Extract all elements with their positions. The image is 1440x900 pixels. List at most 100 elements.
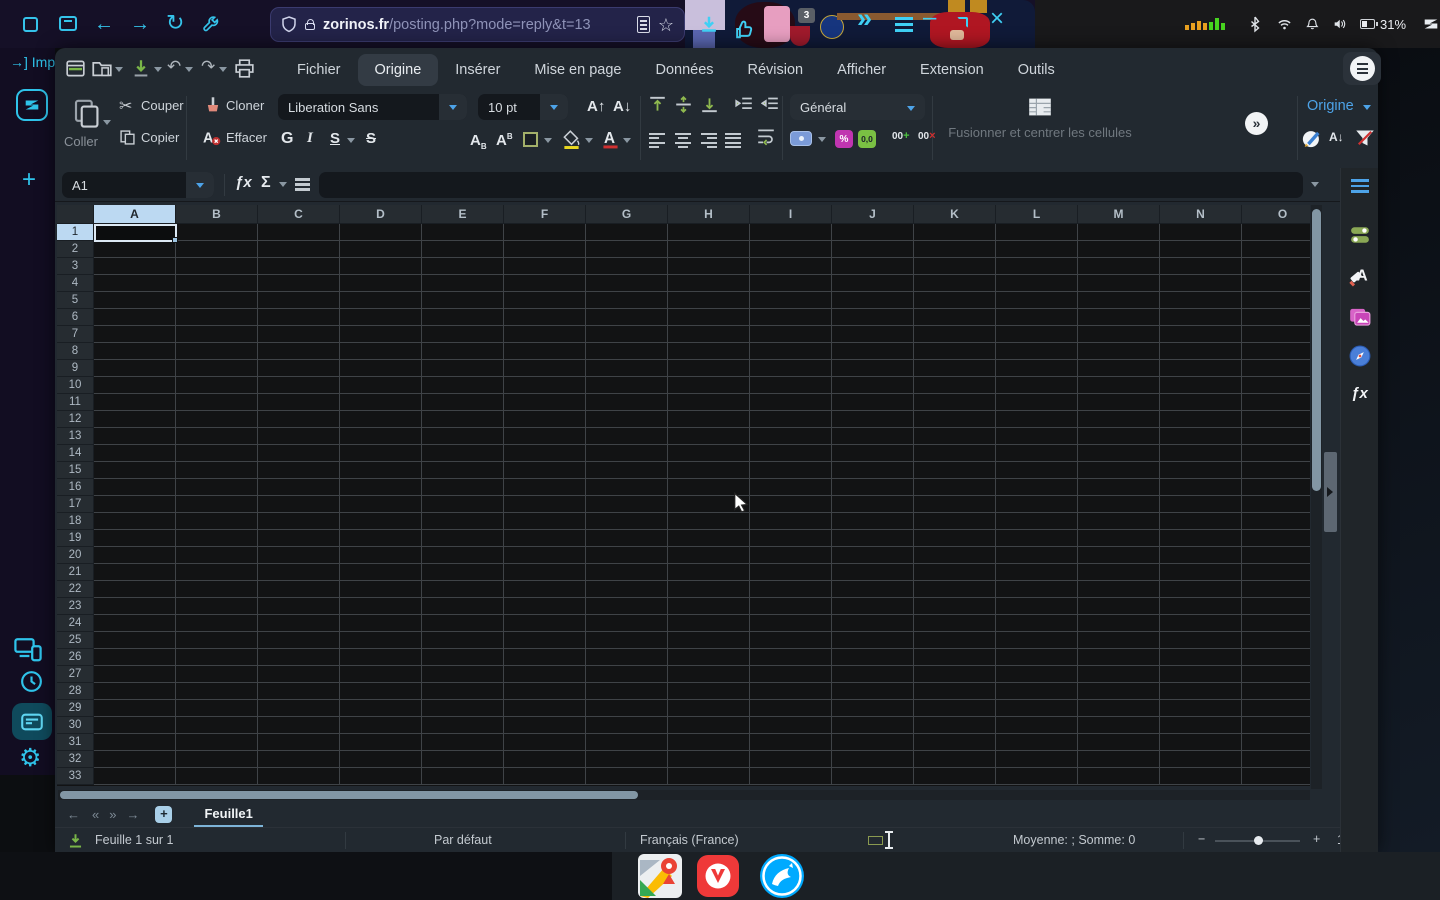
row-headers[interactable]: 1234567891011121314151617181920212223242… <box>57 224 94 785</box>
insert-function-icon[interactable]: ƒx <box>235 174 252 191</box>
fill-color-caret[interactable] <box>585 138 593 143</box>
tab-révision[interactable]: Révision <box>731 54 821 86</box>
volume-icon[interactable] <box>1333 15 1347 33</box>
column-header-M[interactable]: M <box>1078 205 1160 224</box>
wifi-icon[interactable] <box>1277 16 1292 32</box>
column-header-C[interactable]: C <box>258 205 340 224</box>
underline-caret[interactable] <box>347 138 355 143</box>
row-header-3[interactable]: 3 <box>57 258 94 275</box>
add-sheet-button[interactable]: + <box>155 806 172 823</box>
cells-area[interactable] <box>94 224 1310 785</box>
name-box[interactable]: A1 <box>62 172 214 198</box>
settings-gear-icon[interactable]: ⚙ <box>19 743 41 773</box>
zoom-slider-knob[interactable] <box>1254 836 1263 845</box>
column-header-H[interactable]: H <box>668 205 750 224</box>
previous-sheet-icon[interactable]: « <box>92 807 99 822</box>
next-sheet-icon[interactable]: » <box>109 807 116 822</box>
language-selector[interactable]: Français (France) <box>640 833 739 847</box>
tab-mise-en-page[interactable]: Mise en page <box>517 54 638 86</box>
sort-icon[interactable]: A↓ <box>1329 130 1344 144</box>
image-settings-icon[interactable] <box>1349 307 1371 327</box>
named-ranges-icon[interactable] <box>295 178 310 181</box>
tab-afficher[interactable]: Afficher <box>820 54 903 86</box>
row-header-9[interactable]: 9 <box>57 360 94 377</box>
align-middle-icon[interactable] <box>675 96 692 113</box>
theme-brush-icon[interactable] <box>1301 128 1322 149</box>
borders-button[interactable] <box>523 132 538 147</box>
column-header-K[interactable]: K <box>914 205 996 224</box>
clear-filter-icon[interactable] <box>1355 128 1375 148</box>
undo-icon[interactable]: ↶ <box>167 57 181 77</box>
column-header-F[interactable]: F <box>504 205 586 224</box>
italic-button[interactable]: I <box>307 130 313 147</box>
reload-icon[interactable]: ↻ <box>166 13 184 33</box>
vertical-scrollbar-thumb[interactable] <box>1312 209 1321 491</box>
align-left-button[interactable] <box>649 130 665 148</box>
comma-style-button[interactable]: 0,0 <box>858 130 876 148</box>
undo-caret[interactable] <box>185 67 193 72</box>
align-top-icon[interactable] <box>649 96 666 113</box>
panel-grabber[interactable] <box>1324 452 1337 532</box>
tab-overview-icon[interactable] <box>23 17 38 32</box>
copy-button[interactable]: Copier <box>141 130 179 145</box>
row-header-14[interactable]: 14 <box>57 445 94 462</box>
expand-formula-bar-caret[interactable] <box>1311 182 1319 187</box>
increase-indent-icon[interactable] <box>735 96 753 113</box>
paste-button[interactable]: Coller <box>64 134 98 149</box>
formula-input[interactable] <box>319 172 1303 198</box>
cell-style-caret[interactable] <box>1363 105 1371 110</box>
font-size-select[interactable]: 10 pt <box>478 94 568 120</box>
row-header-12[interactable]: 12 <box>57 411 94 428</box>
import-item[interactable]: →] Imp <box>10 54 55 70</box>
sheet-tab-feuille1[interactable]: Feuille1 <box>194 803 262 827</box>
save-download-icon[interactable] <box>132 59 150 78</box>
row-header-11[interactable]: 11 <box>57 394 94 411</box>
bluetooth-icon[interactable] <box>1249 15 1261 33</box>
row-header-20[interactable]: 20 <box>57 547 94 564</box>
open-file-caret[interactable] <box>115 67 123 72</box>
plugins-compass-icon[interactable] <box>1349 345 1371 367</box>
battery-icon[interactable] <box>1360 19 1375 29</box>
zorin-menu-icon[interactable] <box>1422 12 1440 36</box>
row-header-28[interactable]: 28 <box>57 683 94 700</box>
row-header-23[interactable]: 23 <box>57 598 94 615</box>
zoom-in-button[interactable]: + <box>1313 832 1320 846</box>
font-color-caret[interactable] <box>623 138 631 143</box>
window-restore-icon[interactable] <box>957 17 968 28</box>
status-download-icon[interactable] <box>68 833 83 849</box>
overflow-chevron-icon[interactable]: » <box>857 8 872 28</box>
row-header-29[interactable]: 29 <box>57 700 94 717</box>
panel-cards-button[interactable] <box>12 703 52 740</box>
tools-wrench-icon[interactable] <box>202 16 220 34</box>
text-art-settings-icon[interactable]: A <box>1348 265 1372 289</box>
paste-caret[interactable] <box>103 120 111 125</box>
row-header-22[interactable]: 22 <box>57 581 94 598</box>
align-center-button[interactable] <box>675 130 691 148</box>
clone-button[interactable]: Cloner <box>226 98 264 113</box>
tab-extension[interactable]: Extension <box>903 54 1001 86</box>
column-header-J[interactable]: J <box>832 205 914 224</box>
column-header-L[interactable]: L <box>996 205 1078 224</box>
window-close-icon[interactable]: × <box>990 9 1004 29</box>
row-header-8[interactable]: 8 <box>57 343 94 360</box>
redo-icon[interactable]: ↷ <box>201 57 215 77</box>
column-header-E[interactable]: E <box>422 205 504 224</box>
subscript-button[interactable]: AB <box>470 132 487 151</box>
borders-caret[interactable] <box>544 138 552 143</box>
fill-color-button[interactable] <box>563 130 580 149</box>
google-maps-icon[interactable] <box>638 854 682 898</box>
decrease-font-icon[interactable]: A↓ <box>613 98 631 115</box>
url-bar[interactable]: zorinos.fr/posting.php?mode=reply&t=13 ☆ <box>270 7 685 42</box>
font-color-button[interactable]: A <box>602 129 619 149</box>
row-header-26[interactable]: 26 <box>57 649 94 666</box>
select-all-corner[interactable] <box>57 205 94 224</box>
column-header-D[interactable]: D <box>340 205 422 224</box>
row-header-30[interactable]: 30 <box>57 717 94 734</box>
autosum-caret[interactable] <box>279 182 287 187</box>
function-settings-icon[interactable]: ƒx <box>1341 385 1378 402</box>
column-headers[interactable]: ABCDEFGHIJKLMNO <box>94 205 1310 224</box>
vertical-scrollbar[interactable] <box>1311 205 1322 789</box>
row-header-27[interactable]: 27 <box>57 666 94 683</box>
history-clock-icon[interactable] <box>20 670 43 693</box>
selection-mode-icon[interactable] <box>868 836 883 845</box>
